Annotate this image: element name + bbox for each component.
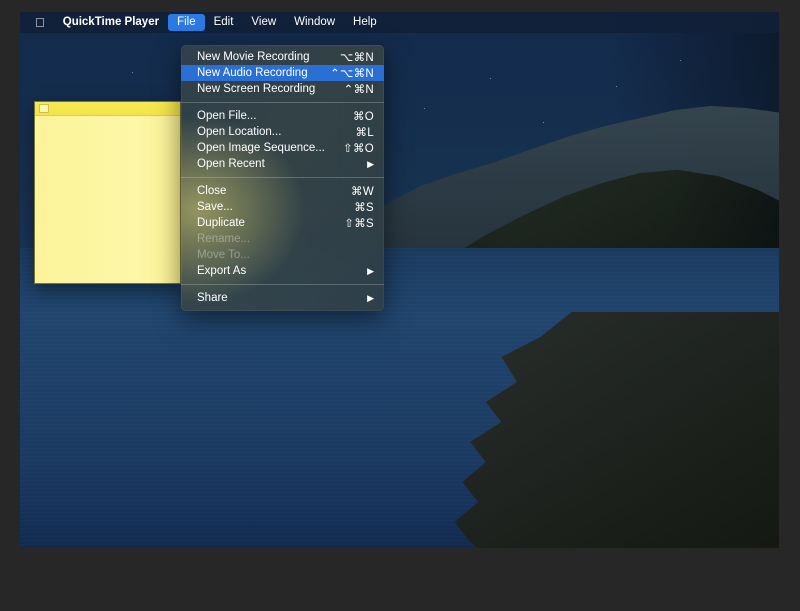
menu-item-shortcut: ⌘W — [351, 186, 374, 198]
menu-item-label: Rename... — [197, 233, 251, 245]
menu-bar-item-app-name[interactable]: QuickTime Player — [54, 14, 168, 31]
file-dropdown-menu: New Movie Recording ⌥⌘N New Audio Record… — [181, 45, 384, 311]
menu-separator — [181, 102, 384, 103]
menu-bar-item-help[interactable]: Help — [344, 14, 386, 31]
menu-item-label: Share — [197, 292, 228, 304]
menu-item-shortcut: ⇧⌘S — [344, 218, 374, 230]
menu-item-new-screen-recording[interactable]: New Screen Recording ⌃⌘N — [181, 81, 384, 97]
menu-item-new-audio-recording[interactable]: New Audio Recording ⌃⌥⌘N — [181, 65, 384, 81]
menu-separator — [181, 284, 384, 285]
close-icon[interactable] — [39, 104, 49, 113]
menu-item-open-recent[interactable]: Open Recent ▶ — [181, 156, 384, 172]
menu-bar-item-file[interactable]: File — [168, 14, 205, 31]
menu-item-label: Export As — [197, 265, 247, 277]
stickies-note-window[interactable] — [34, 101, 181, 284]
menu-item-export-as[interactable]: Export As ▶ — [181, 263, 384, 279]
menu-item-new-movie-recording[interactable]: New Movie Recording ⌥⌘N — [181, 49, 384, 65]
desktop-screen:  QuickTime Player File Edit View Window… — [20, 12, 779, 548]
menu-item-label: Open File... — [197, 110, 257, 122]
menu-item-label: Open Location... — [197, 126, 282, 138]
menu-item-duplicate[interactable]: Duplicate ⇧⌘S — [181, 215, 384, 231]
menu-item-label: Close — [197, 185, 227, 197]
screenshot-frame:  QuickTime Player File Edit View Window… — [0, 0, 800, 611]
menu-item-save[interactable]: Save... ⌘S — [181, 199, 384, 215]
menu-bar:  QuickTime Player File Edit View Window… — [20, 12, 779, 33]
menu-item-shortcut: ⌘L — [355, 127, 374, 139]
note-text-area[interactable] — [35, 116, 180, 283]
menu-item-share[interactable]: Share ▶ — [181, 290, 384, 306]
menu-item-move-to: Move To... — [181, 247, 384, 263]
menu-item-open-location[interactable]: Open Location... ⌘L — [181, 124, 384, 140]
menu-item-shortcut: ⌘S — [354, 202, 374, 214]
chevron-right-icon: ▶ — [367, 158, 374, 169]
menu-separator — [181, 177, 384, 178]
menu-bar-item-edit[interactable]: Edit — [205, 14, 243, 31]
menu-item-label: New Screen Recording — [197, 83, 316, 95]
chevron-right-icon: ▶ — [367, 265, 374, 276]
menu-item-label: Move To... — [197, 249, 250, 261]
menu-item-close[interactable]: Close ⌘W — [181, 183, 384, 199]
menu-item-label: Open Image Sequence... — [197, 142, 325, 154]
menu-item-shortcut: ⌃⌘N — [343, 84, 374, 96]
menu-item-shortcut: ⌃⌥⌘N — [330, 68, 374, 80]
menu-bar-item-view[interactable]: View — [242, 14, 285, 31]
menu-item-label: Save... — [197, 201, 233, 213]
menu-item-open-image-sequence[interactable]: Open Image Sequence... ⇧⌘O — [181, 140, 384, 156]
menu-item-label: New Movie Recording — [197, 51, 310, 63]
note-titlebar[interactable] — [35, 102, 180, 116]
chevron-right-icon: ▶ — [367, 292, 374, 303]
menu-item-rename: Rename... — [181, 231, 384, 247]
apple-logo-icon[interactable]:  — [32, 16, 54, 30]
menu-item-label: New Audio Recording — [197, 67, 308, 79]
menu-item-shortcut: ⌥⌘N — [340, 52, 374, 64]
menu-item-open-file[interactable]: Open File... ⌘O — [181, 108, 384, 124]
menu-item-label: Duplicate — [197, 217, 245, 229]
menu-item-label: Open Recent — [197, 158, 265, 170]
menu-bar-item-window[interactable]: Window — [285, 14, 344, 31]
menu-item-shortcut: ⇧⌘O — [343, 143, 374, 155]
menu-item-shortcut: ⌘O — [352, 111, 374, 123]
